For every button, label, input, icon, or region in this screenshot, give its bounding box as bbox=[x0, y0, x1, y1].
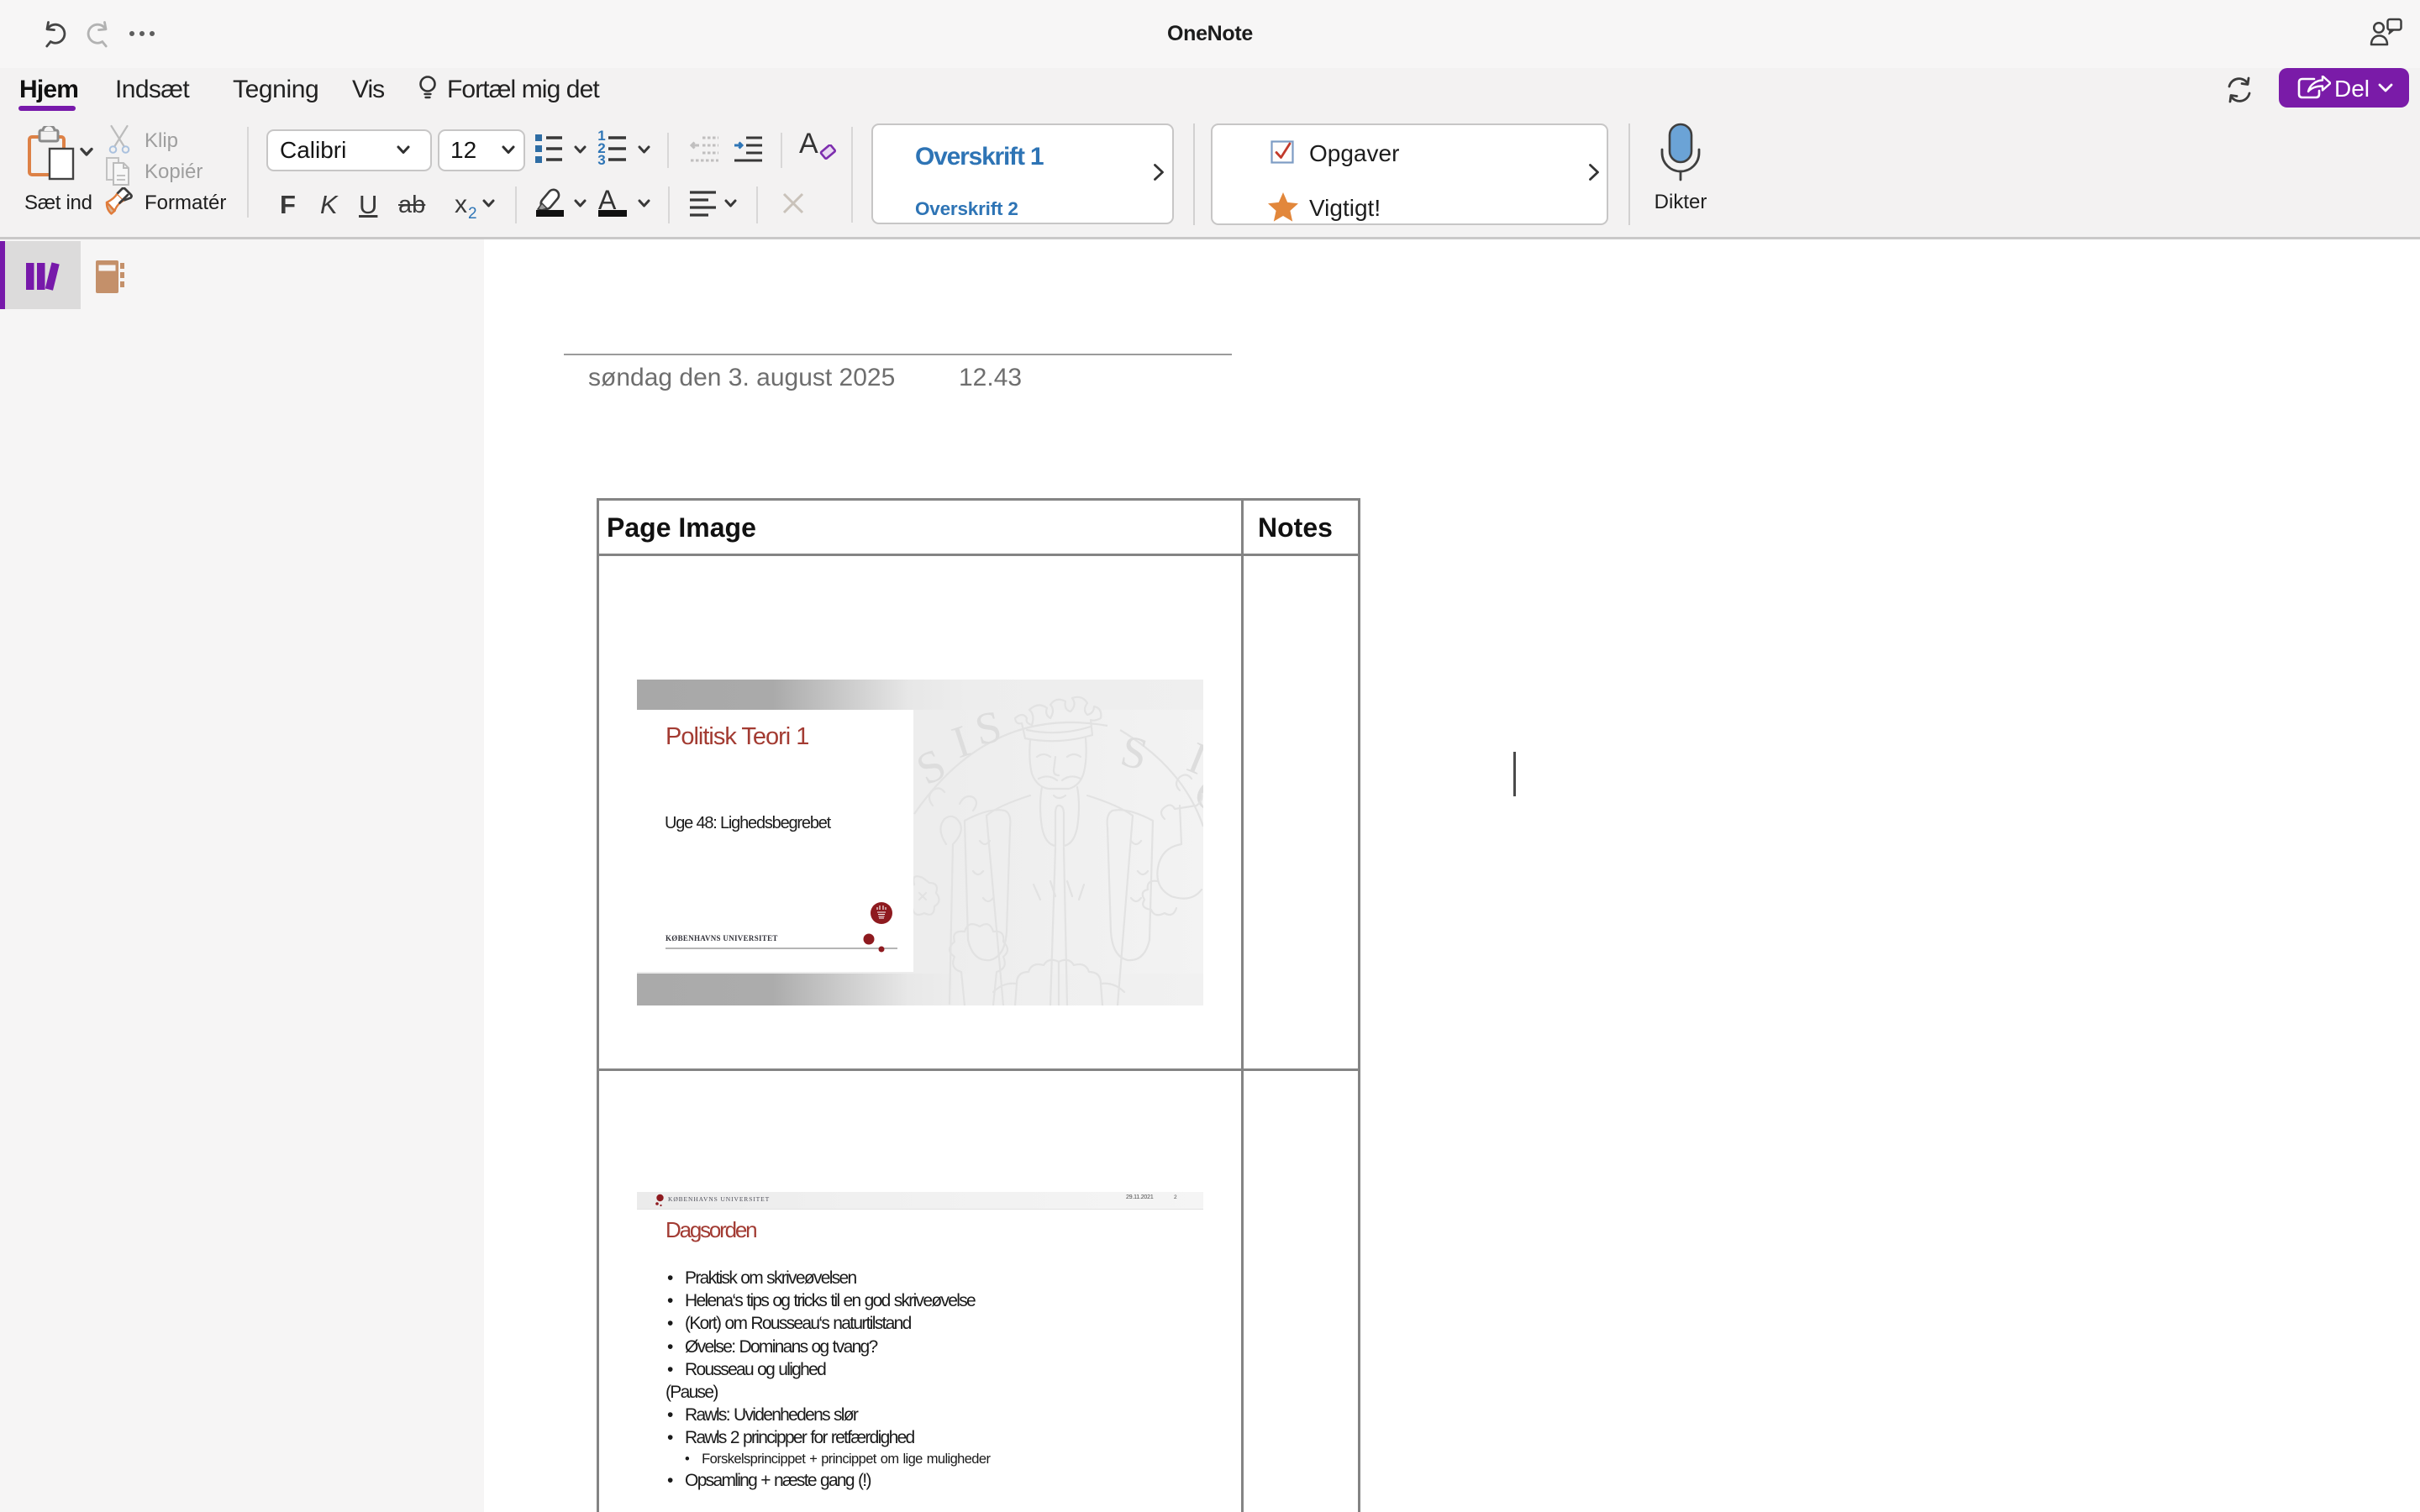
svg-text:S: S bbox=[1116, 725, 1153, 780]
svg-text:S: S bbox=[971, 701, 1006, 755]
svg-text:S: S bbox=[908, 738, 953, 795]
svg-text:I: I bbox=[1181, 732, 1203, 784]
svg-text:I: I bbox=[946, 716, 976, 769]
